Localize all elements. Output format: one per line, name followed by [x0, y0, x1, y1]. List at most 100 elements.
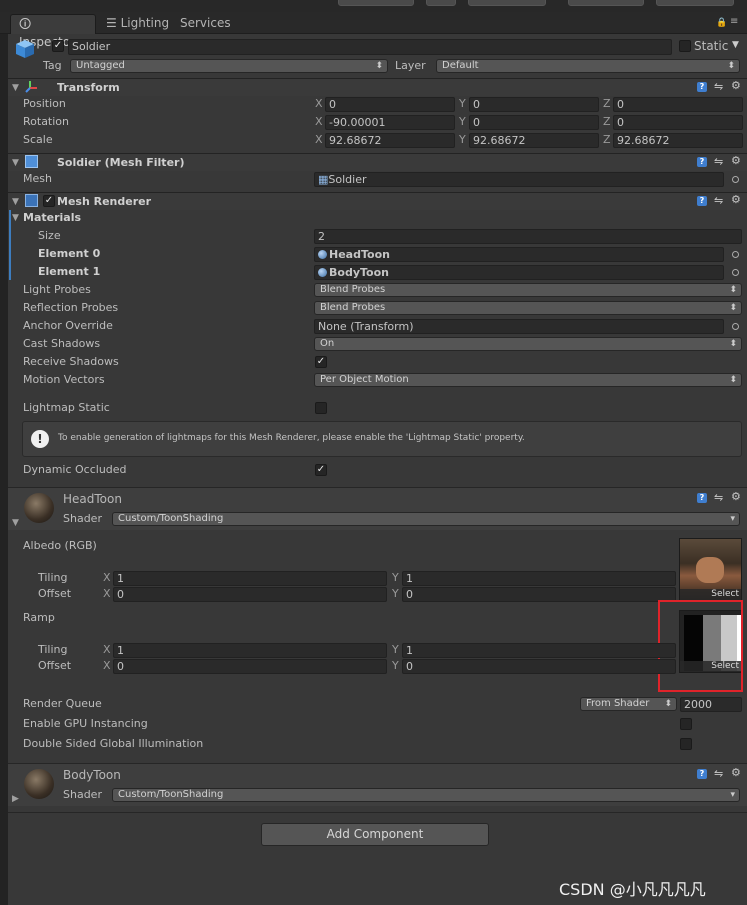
albedo-offset-y-field[interactable]: 0 [402, 587, 676, 602]
rotation-z-field[interactable]: 0 [613, 115, 743, 130]
bodytoon-preview-sphere [24, 769, 54, 799]
gear-icon[interactable]: ⚙ [731, 490, 741, 503]
render-queue-value-field[interactable]: 2000 [680, 697, 742, 712]
static-checkbox[interactable] [679, 40, 691, 52]
static-dropdown-icon[interactable]: ▼ [732, 40, 739, 50]
scale-z-field[interactable]: 92.68672 [613, 133, 743, 148]
albedo-select-button[interactable]: Select [680, 589, 741, 600]
albedo-offset-label: Offset [38, 587, 72, 600]
ramp-offset-y-field[interactable]: 0 [402, 659, 676, 674]
help-icon[interactable]: ? [697, 196, 707, 206]
albedo-offset-x-field[interactable]: 0 [113, 587, 387, 602]
object-picker-icon[interactable] [732, 323, 739, 330]
motion-vectors-dropdown[interactable]: Per Object Motion ⬍ [314, 373, 742, 387]
active-toggle[interactable]: ✓ [52, 40, 64, 52]
tab-inspector[interactable]: 🛈 Inspector [10, 14, 96, 49]
layers-button[interactable] [568, 0, 644, 6]
preset-icon[interactable]: ⇋ [714, 80, 723, 93]
preset-icon[interactable]: ⇋ [714, 155, 723, 168]
render-queue-label: Render Queue [23, 697, 102, 710]
object-picker-icon[interactable] [732, 176, 739, 183]
help-icon[interactable]: ? [697, 82, 707, 92]
position-x-field[interactable]: 0 [325, 97, 455, 112]
dropdown-arrow-icon: ⬍ [729, 339, 737, 349]
gpu-instancing-label: Enable GPU Instancing [23, 717, 148, 730]
rotation-x-field[interactable]: -90.00001 [325, 115, 455, 130]
position-label: Position [23, 97, 66, 110]
preset-icon[interactable]: ⇋ [714, 767, 723, 780]
receive-shadows-checkbox[interactable]: ✓ [315, 356, 327, 368]
light-probes-dropdown[interactable]: Blend Probes ⬍ [314, 283, 742, 297]
gear-icon[interactable]: ⚙ [731, 766, 741, 779]
fold-arrow-icon[interactable]: ▼ [12, 83, 19, 93]
lock-icon[interactable]: 🔒 [716, 18, 727, 28]
albedo-tiling-x-field[interactable]: 1 [113, 571, 387, 586]
albedo-tiling-y-field[interactable]: 1 [402, 571, 676, 586]
tag-dropdown[interactable]: Untagged ⬍ [70, 59, 388, 73]
bodytoon-shader-label: Shader [63, 788, 102, 801]
gear-icon[interactable]: ⚙ [731, 154, 741, 167]
dropdown-arrow-icon: ⬍ [729, 375, 737, 385]
axis-x-label: X [315, 115, 323, 128]
scale-x-field[interactable]: 92.68672 [325, 133, 455, 148]
fold-arrow-icon[interactable]: ▼ [12, 197, 19, 207]
gear-icon[interactable]: ⚙ [731, 79, 741, 92]
render-queue-mode-dropdown[interactable]: From Shader ⬍ [580, 697, 677, 711]
headtoon-shader-dropdown[interactable]: Custom/ToonShading ▾ [112, 512, 740, 526]
mesh-object-field[interactable]: ▦Soldier [314, 172, 724, 187]
object-picker-icon[interactable] [732, 251, 739, 258]
dropdown-arrow-icon: ⬍ [727, 61, 735, 71]
layer-dropdown[interactable]: Default ⬍ [436, 59, 740, 73]
gameobject-name-field[interactable]: Soldier [68, 39, 672, 55]
position-y-field[interactable]: 0 [469, 97, 599, 112]
fold-arrow-icon[interactable]: ▼ [12, 158, 19, 168]
ramp-tiling-y-field[interactable]: 1 [402, 643, 676, 658]
ramp-offset-x-field[interactable]: 0 [113, 659, 387, 674]
lightmap-static-checkbox[interactable] [315, 402, 327, 414]
element-0-label: Element 0 [38, 247, 101, 260]
object-picker-icon[interactable] [732, 269, 739, 276]
materials-size-field[interactable]: 2 [314, 229, 742, 244]
cloud-button[interactable] [426, 0, 456, 6]
materials-fold-icon[interactable]: ▼ [12, 213, 19, 223]
cast-shadows-dropdown[interactable]: On ⬍ [314, 337, 742, 351]
transform-icon [24, 80, 38, 94]
add-component-button[interactable]: Add Component [261, 823, 489, 846]
gpu-instancing-checkbox[interactable] [680, 718, 692, 730]
help-icon[interactable]: ? [697, 493, 707, 503]
scale-y-field[interactable]: 92.68672 [469, 133, 599, 148]
help-icon[interactable]: ? [697, 769, 707, 779]
material-icon [318, 250, 327, 259]
layout-button[interactable] [656, 0, 734, 6]
double-sided-gi-checkbox[interactable] [680, 738, 692, 750]
axis-z-label: Z [603, 97, 611, 110]
albedo-texture-slot[interactable]: Select [679, 538, 742, 601]
ramp-label: Ramp [23, 611, 55, 624]
preset-icon[interactable]: ⇋ [714, 491, 723, 504]
fold-arrow-right-icon[interactable]: ▶ [12, 794, 19, 804]
scene-edge [0, 34, 8, 905]
gameobject-cube-icon [14, 38, 36, 60]
ramp-tiling-x-field[interactable]: 1 [113, 643, 387, 658]
account-button[interactable] [468, 0, 546, 6]
element-1-field[interactable]: BodyToon [314, 265, 724, 280]
mesh-renderer-enabled-checkbox[interactable]: ✓ [43, 195, 55, 207]
help-icon[interactable]: ? [697, 157, 707, 167]
tab-menu-icon[interactable]: ≡ [730, 16, 738, 27]
tab-lighting[interactable]: ☰ Lighting [98, 14, 177, 34]
position-z-field[interactable]: 0 [613, 97, 743, 112]
collab-button[interactable] [338, 0, 414, 6]
tab-services[interactable]: Services [172, 14, 239, 34]
dynamic-occluded-checkbox[interactable]: ✓ [315, 464, 327, 476]
fold-arrow-icon[interactable]: ▼ [12, 518, 19, 528]
albedo-label: Albedo (RGB) [23, 539, 97, 552]
anchor-override-field[interactable]: None (Transform) [314, 319, 724, 334]
rotation-y-field[interactable]: 0 [469, 115, 599, 130]
bodytoon-shader-dropdown[interactable]: Custom/ToonShading ▾ [112, 788, 740, 802]
element-0-field[interactable]: HeadToon [314, 247, 724, 262]
gear-icon[interactable]: ⚙ [731, 193, 741, 206]
axis-y-label: Y [459, 115, 466, 128]
lightmap-info-text: To enable generation of lightmaps for th… [58, 433, 525, 443]
reflection-probes-dropdown[interactable]: Blend Probes ⬍ [314, 301, 742, 315]
preset-icon[interactable]: ⇋ [714, 194, 723, 207]
